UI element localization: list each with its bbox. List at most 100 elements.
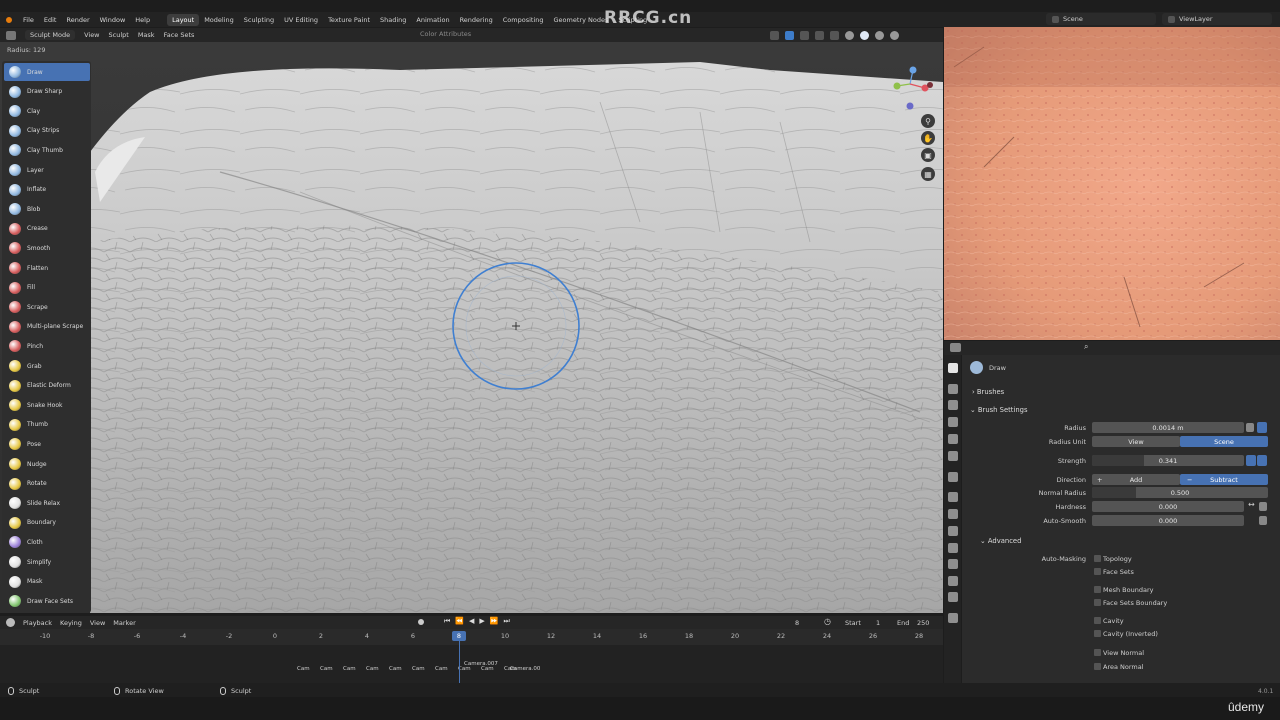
tool-boundary[interactable]: Boundary [4,514,90,532]
tool-clay[interactable]: Clay [4,102,90,120]
mesh-boundary-checkbox[interactable] [1094,586,1101,593]
tool-clay-thumb[interactable]: Clay Thumb [4,141,90,159]
playhead-line[interactable] [459,641,460,683]
cavity-inverted-checkbox[interactable] [1094,630,1101,637]
physics-tab-icon[interactable] [948,543,958,553]
tool-pinch[interactable]: Pinch [4,337,90,355]
gizmo-toggle-icon[interactable] [785,30,794,40]
tool-rotate[interactable]: Rotate [4,475,90,493]
record-icon[interactable] [418,619,424,625]
tab-compositing[interactable]: Compositing [498,14,549,26]
pressure-icon[interactable] [1246,423,1254,432]
overlay-icon[interactable] [800,30,809,40]
timeline-editor-icon[interactable] [6,618,15,627]
scene-selector[interactable]: Scene [1046,13,1156,25]
auto-smooth-slider[interactable]: 0.000 [1092,515,1244,526]
hardness-slider[interactable]: 0.000 [1092,501,1244,512]
editor-type-icon[interactable] [6,30,16,40]
tool-draw[interactable]: Draw [4,63,90,81]
tool-fill[interactable]: Fill [4,279,90,297]
output-tab-icon[interactable] [948,400,958,410]
brushes-panel-toggle[interactable]: › Brushes [972,388,1004,396]
mode-selector[interactable]: Sculpt Mode [25,30,76,40]
tab-modeling[interactable]: Modeling [199,14,239,26]
pan-hand-icon[interactable]: ✋ [921,131,935,145]
tab-rendering[interactable]: Rendering [455,14,498,26]
end-value[interactable]: 250 [917,619,929,627]
material-shading-icon[interactable] [875,30,884,40]
view-layer-tab-icon[interactable] [948,417,958,427]
jump-end-icon[interactable]: ⏭ [504,617,510,626]
area-normal-checkbox[interactable] [1094,663,1101,670]
tool-simplify[interactable]: Simplify [4,553,90,571]
topology-checkbox[interactable] [1094,555,1101,562]
face-sets-checkbox[interactable] [1094,568,1101,575]
menu-mask[interactable]: Mask [138,31,155,39]
tool-multi-plane-scrape[interactable]: Multi-plane Scrape [4,318,90,336]
tool-layer[interactable]: Layer [4,161,90,179]
advanced-panel-toggle[interactable]: ⌄ Advanced [980,537,1021,545]
blender-logo-icon[interactable] [4,14,14,25]
menu-keying[interactable]: Keying [60,619,82,627]
menu-playback[interactable]: Playback [23,619,52,627]
color-attributes-dropdown[interactable]: Color Attributes [420,30,471,38]
world-tab-icon[interactable] [948,451,958,461]
tool-cloth[interactable]: Cloth [4,533,90,551]
tool-flatten[interactable]: Flatten [4,259,90,277]
direction-add[interactable]: + Add [1092,474,1180,485]
camera-marker[interactable]: Cam [366,666,379,672]
play-reverse-icon[interactable]: ◀ [469,617,474,626]
brush-settings-panel-toggle[interactable]: ⌄ Brush Settings [970,406,1028,414]
scene-tab-icon[interactable] [948,434,958,444]
3d-viewport[interactable] [0,42,943,613]
view-normal-checkbox[interactable] [1094,649,1101,656]
menu-help[interactable]: Help [130,16,155,24]
camera-marker[interactable]: Cam [343,666,356,672]
brush-icon[interactable] [830,30,839,40]
menu-view[interactable]: View [84,31,99,39]
timeline-ruler[interactable] [0,629,943,645]
jump-keyframe-back-icon[interactable]: ⏪ [455,617,464,626]
texture-tab-icon[interactable] [948,613,958,623]
tool-draw-face-sets[interactable]: Draw Face Sets [4,592,90,610]
properties-editor-icon[interactable] [950,343,961,352]
camera-marker[interactable]: Cam [389,666,402,672]
menu-window[interactable]: Window [95,16,131,24]
camera-marker[interactable]: Cam [412,666,425,672]
navigation-gizmo[interactable] [888,64,938,114]
play-icon[interactable]: ▶ [479,617,484,626]
menu-face-sets[interactable]: Face Sets [164,31,195,39]
radius-unit-scene[interactable]: Scene [1180,436,1268,447]
tool-scrape[interactable]: Scrape [4,298,90,316]
modifier-tab-icon[interactable] [948,509,958,519]
hardness-direction-icon[interactable]: ↔ [1248,500,1255,509]
strength-slider[interactable]: 0.341 [1092,455,1244,466]
tool-slide-relax[interactable]: Slide Relax [4,494,90,512]
material-tab-icon[interactable] [948,592,958,602]
search-icon[interactable]: ⌕ [1084,342,1088,352]
tab-sculpting[interactable]: Sculpting [239,14,279,26]
clock-icon[interactable]: ◷ [824,617,831,626]
camera-marker[interactable]: Cam [435,666,448,672]
start-value[interactable]: 1 [876,619,880,627]
tool-clay-strips[interactable]: Clay Strips [4,122,90,140]
radius-unit-view[interactable]: View [1092,436,1180,447]
solid-shading-icon[interactable] [860,30,869,40]
rendered-shading-icon[interactable] [890,30,899,40]
zoom-icon[interactable]: ⚲ [921,114,935,128]
camera-marker[interactable]: Camera.007 [464,661,498,667]
tab-layout[interactable]: Layout [167,13,200,26]
tool-crease[interactable]: Crease [4,220,90,238]
camera-marker[interactable]: Camera.00 [510,666,540,672]
xray-icon[interactable] [815,30,824,40]
camera-marker[interactable]: Cam [320,666,333,672]
menu-timeline-view[interactable]: View [90,619,105,627]
collection-tab-icon[interactable] [948,472,958,482]
playhead-frame[interactable]: 8 [452,631,466,641]
tab-texture-paint[interactable]: Texture Paint [323,14,375,26]
direction-subtract[interactable]: − Subtract [1180,474,1268,485]
radius-field[interactable]: 0.0014 m [1092,422,1244,433]
tool-pose[interactable]: Pose [4,435,90,453]
tool-mask[interactable]: Mask [4,573,90,591]
tool-snake-hook[interactable]: Snake Hook [4,396,90,414]
